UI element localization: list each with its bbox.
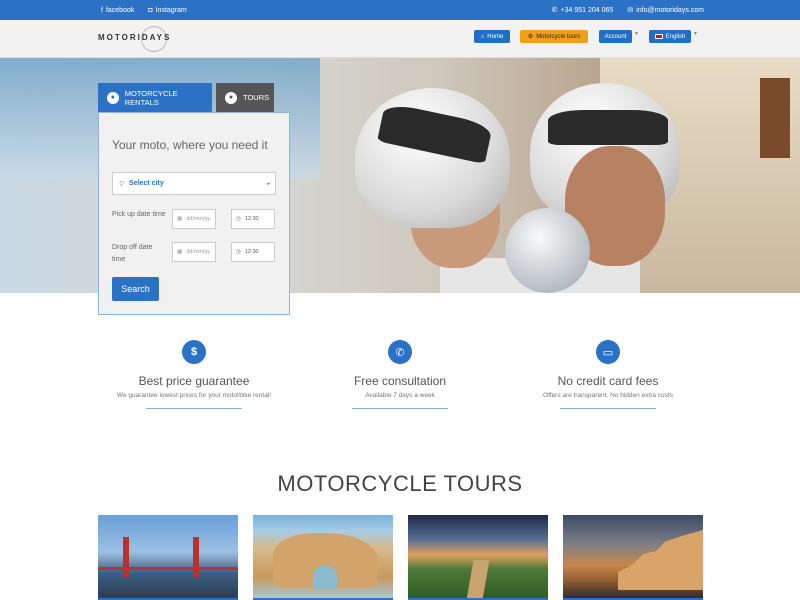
tab-motorcycle-rentals[interactable]: ● MOTORCYCLE RENTALS [98,83,212,112]
feature-title: Free consultation [353,374,447,388]
caret-right-icon: ▸ [267,180,270,187]
clock-icon: ◷ [236,216,241,222]
chevron-down-icon[interactable]: ▾ [694,30,697,37]
motorcycle-tours-button[interactable]: ⚙ Motorcycle tours [520,30,588,43]
map-pin-icon: ⚲ [119,180,125,188]
phone-link[interactable]: ✆ +34 951 204 065 [552,6,614,14]
dropoff-date-input[interactable]: ▦ dd/mm/yy [172,242,216,262]
feature-title: No credit card fees [557,374,659,388]
calendar-icon: ▦ [177,216,183,222]
bridge-tower [123,537,129,577]
contact-info: ✆ +34 951 204 065 ✉ info@motoridays.com [552,0,704,20]
pickup-time-input[interactable]: ◷ 12:30 [231,209,275,229]
feature-best-price: $ Best price guarantee We guarantee lowe… [94,340,294,409]
tours-heading: MOTORCYCLE TOURS [277,471,523,496]
feature-free-consultation: ✆ Free consultation Available 7 days a w… [300,340,500,409]
tour-card-coast[interactable] [253,515,393,600]
tour-card-mountains[interactable] [408,515,548,600]
helmet-visor [548,110,668,145]
envelope-icon: ✉ [627,7,634,14]
top-bar: f facebook ◘ Instagram ✆ +34 951 204 065 ✉ i… [0,0,800,20]
instagram-icon: ◘ [148,6,153,14]
phone-icon: ✆ [551,7,558,14]
tour-card-castle[interactable] [563,515,703,600]
city-select[interactable]: ⚲ Select city ▸ [112,172,276,195]
pickup-date-input[interactable]: ▦ dd/mm/yy [172,209,216,229]
feature-title: Best price guarantee [138,374,250,388]
facebook-link[interactable]: f facebook [101,7,134,14]
email-link[interactable]: ✉ info@motoridays.com [627,6,704,14]
home-icon: ⌂ [480,33,485,40]
flag-icon [654,34,663,39]
navbar: MOTORIDAYS ⌂ Home ⚙ Motorcycle tours Accou… [0,20,800,58]
credit-card-icon: ▭ [596,340,620,364]
language-button[interactable]: English [649,30,691,43]
castle [618,530,703,590]
motorcycle-icon: ● [107,91,119,104]
divider [560,408,656,409]
facebook-icon: f [101,6,103,14]
instagram-link[interactable]: ◘ Instagram [148,7,186,14]
tab-tours[interactable]: ● TOURS [216,83,274,112]
search-button[interactable]: Search [112,277,159,301]
dropoff-time-input[interactable]: ◷ 12:30 [231,242,275,262]
motorcycle-icon: ● [225,91,237,104]
dollar-icon: $ [182,340,206,364]
booking-panel: Your moto, where you need it ⚲ Select ci… [98,112,290,315]
logo[interactable]: MOTORIDAYS [98,33,171,42]
feature-subtitle: Offers are transparent. No hidden extra … [543,392,673,399]
dropoff-label: Drop off date time [112,244,153,263]
divider [146,408,242,409]
account-button[interactable]: Account [599,30,632,43]
calendar-icon: ▦ [177,249,183,255]
rock-arch [313,565,337,589]
divider [352,408,448,409]
social-links: f facebook ◘ Instagram [101,0,187,20]
phone-icon: ✆ [388,340,412,364]
scooter-mirror [505,208,590,293]
booking-heading: Your moto, where you need it [112,138,268,152]
feature-no-card-fees: ▭ No credit card fees Offers are transpa… [508,340,708,409]
motorcycle-icon: ⚙ [527,34,534,40]
pickup-label: Pick up date time [112,211,166,218]
chevron-down-icon[interactable]: ▾ [635,30,638,37]
feature-subtitle: We guarantee lowest prices for your moto… [116,392,272,399]
window [760,78,790,158]
bridge-tower [193,537,199,577]
helmet [355,88,510,228]
feature-subtitle: Available 7 days a week [365,392,435,399]
clock-icon: ◷ [236,249,241,255]
bridge-deck [98,567,238,570]
trail [466,560,490,598]
home-button[interactable]: ⌂ Home [474,30,510,43]
tour-card-bridge[interactable] [98,515,238,600]
